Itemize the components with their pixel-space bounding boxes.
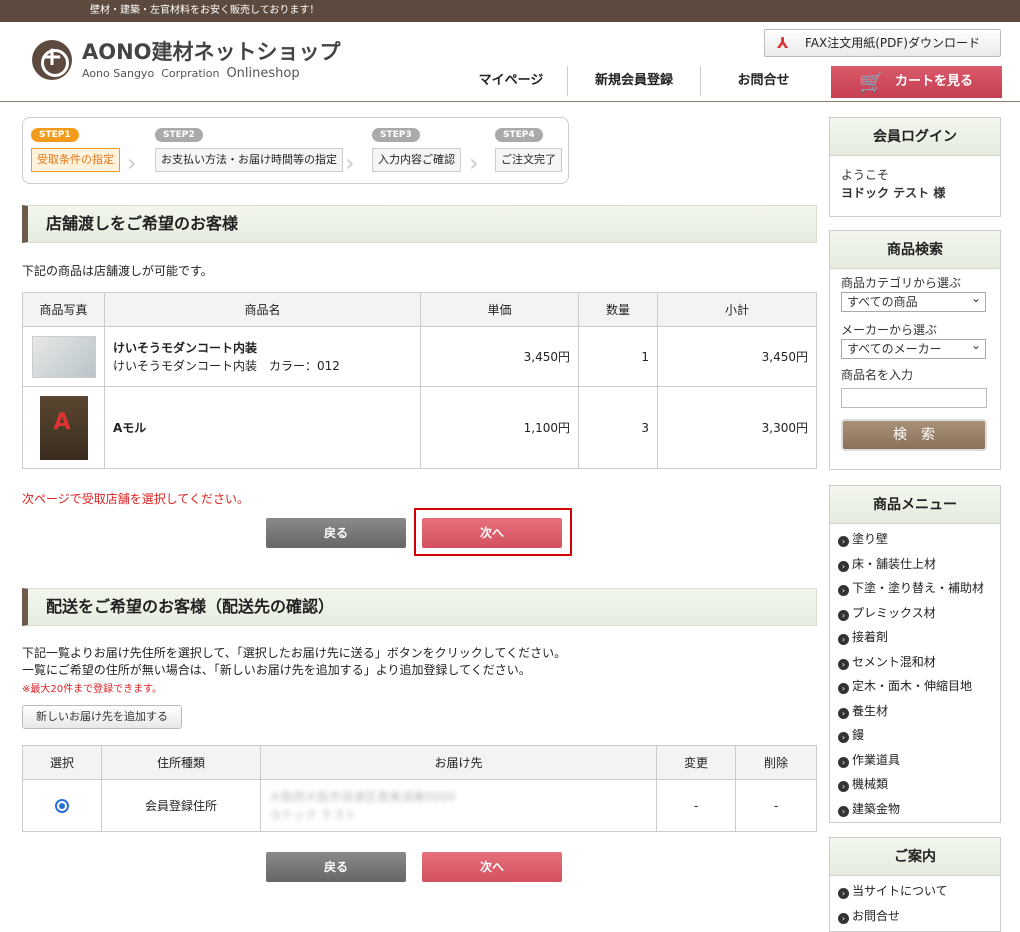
table-row: A Aモル 1,100円 3 3,300円 <box>22 386 817 469</box>
user-name: ヨドック テスト 様 <box>841 186 946 200</box>
chevron-right-icon: › <box>838 732 849 743</box>
logo-icon[interactable] <box>32 40 72 80</box>
nav-contact[interactable]: お問合せ <box>701 66 826 96</box>
site-header: AONO建材ネットショップ Aono Sangyo Corpration Onl… <box>0 22 1020 102</box>
menu-item-7[interactable]: › 養生材 <box>830 699 1000 724</box>
delivery-heading: 配送をご希望のお客様（配送先の確認） <box>22 588 817 626</box>
info-box: ご案内 › 当サイトについて › お問合せ <box>829 837 1001 932</box>
maker-select[interactable]: すべてのメーカー <box>841 336 986 359</box>
nav-register[interactable]: 新規会員登録 <box>568 66 700 96</box>
product-image[interactable] <box>31 335 96 378</box>
step-3: STEP3 入力内容ご確認 <box>372 126 461 176</box>
menu-item-4[interactable]: › 接着剤 <box>830 625 1000 650</box>
info-item-0[interactable]: › 当サイトについて <box>830 879 1000 904</box>
back-button-bottom[interactable]: 戻る <box>266 852 406 882</box>
pickup-notice: 次ページで受取店舗を選択してください。 <box>22 492 250 506</box>
view-cart-button[interactable]: 🛒 カートを見る <box>831 66 1002 98</box>
search-box: 商品検索 商品カテゴリから選ぶ すべての商品 メーカーから選ぶ すべてのメーカー… <box>829 230 1001 470</box>
chevron-right-icon: › <box>838 912 849 924</box>
chevron-right-icon: › <box>838 536 849 547</box>
menu-item-8[interactable]: › 鏝 <box>830 723 1000 748</box>
nav-mypage[interactable]: マイページ <box>455 66 567 96</box>
info-item-1[interactable]: › お問合せ <box>830 904 1000 929</box>
step-2: STEP2 お支払い方法・お届け時間等の指定 <box>155 126 343 176</box>
store-items-table: 商品写真 商品名 単価 数量 小計 けいそうモダンコート内装 けいそうモダンコート内装 カ… <box>22 292 817 469</box>
chevron-right-icon: › <box>838 560 849 572</box>
info-list: › 当サイトについて › お問合せ <box>830 876 1000 928</box>
table-row: けいそうモダンコート内装 けいそうモダンコート内装 カラー：012 3,450円 1… <box>22 326 817 387</box>
change-link[interactable]: - <box>656 779 736 832</box>
delivery-instruction-2: 一覧にご希望の住所が無い場合は、「新しいお届け先を追加する」より追加登録してくだ… <box>22 663 531 677</box>
product-name[interactable]: けいそうモダンコート内装 <box>113 339 420 357</box>
store-intro: 下記の商品は店舗渡しが可能です。 <box>22 264 213 278</box>
table-row: 会員登録住所 大阪府大阪市浪速区恵美須東0000 ヨドック テスト - - <box>22 779 817 832</box>
chevron-right-icon: › <box>838 888 849 899</box>
menu-item-6[interactable]: › 定木・面木・伸縮目地 <box>830 674 1000 699</box>
address-radio[interactable] <box>55 798 69 813</box>
store-pickup-heading: 店舗渡しをご希望のお客様 <box>22 205 817 243</box>
next-button[interactable]: 次へ <box>422 518 562 548</box>
product-name-input[interactable] <box>841 388 987 408</box>
menu-item-1[interactable]: › 床・舗装仕上材 <box>830 552 1000 577</box>
delivery-limit-note: ※最大20件まで登録できます。 <box>22 684 163 695</box>
product-image[interactable]: A <box>39 395 88 460</box>
back-button[interactable]: 戻る <box>266 518 406 548</box>
product-name[interactable]: Aモル <box>104 386 421 469</box>
step-4: STEP4 ご注文完了 <box>495 126 562 176</box>
menu-item-9[interactable]: › 作業道具 <box>830 748 1000 773</box>
chevron-right-icon: › <box>838 585 849 596</box>
login-title: 会員ログイン <box>830 118 1000 156</box>
top-tagline-bar: 壁材・建築・左官材料をお安く販売しております！ <box>0 0 1020 22</box>
product-menu-list: › 塗り壁 › 床・舗装仕上材 › 下塗・塗り替え・補助材 › プレミックス材 › 接着剤 › セメン… <box>830 524 1000 821</box>
chevron-right-icon: › <box>838 609 849 621</box>
menu-item-11[interactable]: › 建築金物 <box>830 797 1000 822</box>
chevron-right-icon: › <box>838 805 849 817</box>
logo-subtitle: Aono Sangyo Corpration Onlineshop <box>82 66 300 81</box>
next-button-bottom[interactable]: 次へ <box>422 852 562 882</box>
product-menu-box: 商品メニュー › 塗り壁 › 床・舗装仕上材 › 下塗・塗り替え・補助材 › プレミックス材 ›… <box>829 485 1001 823</box>
menu-item-10[interactable]: › 機械類 <box>830 772 1000 797</box>
pdf-icon: ⅄ <box>777 34 789 52</box>
cart-icon: 🛒 <box>859 70 884 94</box>
menu-item-2[interactable]: › 下塗・塗り替え・補助材 <box>830 576 1000 601</box>
chevron-right-icon: › <box>838 683 849 694</box>
chevron-right-icon: › <box>838 756 849 768</box>
menu-item-0[interactable]: › 塗り壁 <box>830 527 1000 552</box>
chevron-right-icon: › <box>838 634 849 645</box>
menu-item-5[interactable]: › セメント混和材 <box>830 650 1000 675</box>
delivery-address-table: 選択 住所種類 お届け先 変更 削除 会員登録住所 大阪府大阪市浪速区恵美須東0000 ヨ… <box>22 745 817 832</box>
login-box: 会員ログイン ようこそ ヨドック テスト 様 <box>829 117 1001 217</box>
chevron-right-icon: › <box>838 658 849 670</box>
checkout-steps: STEP1 受取条件の指定 › STEP2 お支払い方法・お届け時間等の指定 › S… <box>22 117 569 184</box>
add-address-button[interactable]: 新しいお届け先を追加する <box>22 705 182 729</box>
category-select[interactable]: すべての商品 <box>841 289 986 312</box>
menu-item-3[interactable]: › プレミックス材 <box>830 601 1000 626</box>
search-button[interactable]: 検 索 <box>841 419 987 451</box>
step-1: STEP1 受取条件の指定 <box>31 126 120 176</box>
logo-title[interactable]: AONO建材ネットショップ <box>82 36 341 66</box>
delivery-instruction-1: 下記一覧よりお届け先住所を選択して、「選択したお届け先に送る」ボタンをクリックし… <box>22 646 567 660</box>
chevron-right-icon: › <box>838 781 849 792</box>
tagline: 壁材・建築・左官材料をお安く販売しております！ <box>90 5 320 16</box>
fax-pdf-download-button[interactable]: ⅄ FAX注文用紙(PDF)ダウンロード <box>764 29 1001 57</box>
chevron-right-icon: › <box>838 707 849 719</box>
delete-link[interactable]: - <box>735 779 817 832</box>
